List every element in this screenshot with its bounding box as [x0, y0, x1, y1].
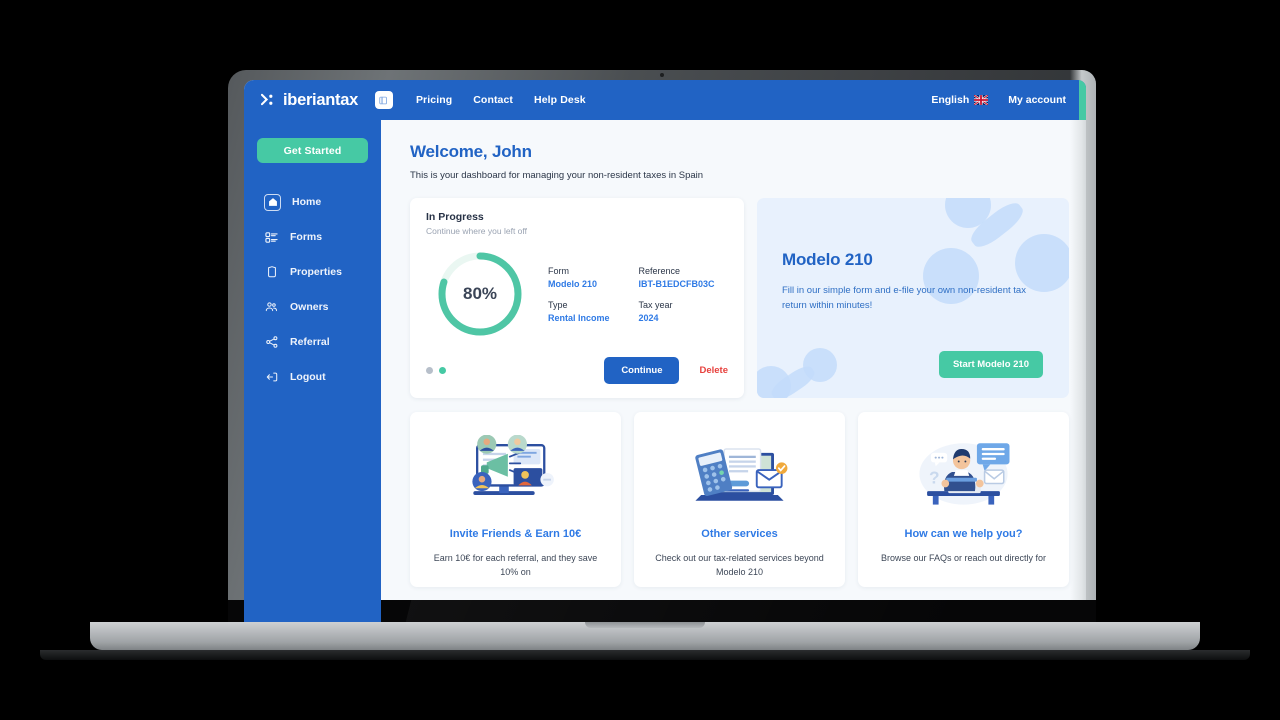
start-modelo-210-button[interactable]: Start Modelo 210 [938, 351, 1043, 378]
sidebar-item-logout[interactable]: Logout [244, 364, 381, 390]
field-type: Type Rental Income [548, 300, 610, 323]
brand-name: iberiantax [283, 90, 358, 109]
sidebar-item-owners[interactable]: Owners [244, 294, 381, 320]
info-card-help[interactable]: ? How can we help you? Browse our FAQs o… [858, 412, 1069, 587]
dashboard-main: Welcome, John This is your dashboard for… [381, 120, 1086, 622]
app-topbar: iberiantax Pricing Contact Help Desk Eng… [244, 80, 1086, 120]
fields-column-right: Reference IBT-B1EDCFB03C Tax year 2024 [639, 266, 715, 323]
field-value-tax-year: 2024 [638, 312, 659, 323]
share-network-icon [264, 335, 279, 350]
info-card-title-help: How can we help you? [904, 528, 1023, 540]
field-label-form: Form [548, 265, 569, 276]
topbar-accent-bar [1079, 80, 1086, 120]
info-card-title-referral: Invite Friends & Earn 10€ [449, 528, 582, 540]
in-progress-footer: Continue Delete [426, 357, 728, 384]
in-progress-subtitle: Continue where you left off [426, 226, 527, 236]
laptop-screen: iberiantax Pricing Contact Help Desk Eng… [244, 80, 1086, 622]
page-subtitle: This is your dashboard for managing your… [410, 170, 704, 181]
owners-people-icon [264, 300, 279, 315]
forms-list-icon [264, 230, 279, 245]
field-value-form: Modelo 210 [548, 278, 598, 289]
topnav-item-contact[interactable]: Contact [473, 94, 513, 106]
support-agent-illustration: ? [872, 430, 1055, 514]
topnav-item-help-desk[interactable]: Help Desk [534, 94, 586, 106]
progress-ring: 80% [434, 248, 526, 340]
field-label-reference: Reference [638, 265, 681, 276]
laptop-mockup-scene: iberiantax Pricing Contact Help Desk Eng… [0, 0, 1280, 720]
top-row: In Progress Continue where you left off … [410, 198, 1069, 398]
sidebar-label-home: Home [292, 196, 322, 208]
get-started-button[interactable]: Get Started [257, 138, 368, 163]
sidebar: Get Started Home Forms Properties Owners… [244, 120, 381, 622]
info-card-referral[interactable]: Invite Friends & Earn 10€ Earn 10€ for e… [410, 412, 621, 587]
field-value-type: Rental Income [548, 312, 610, 323]
field-tax-year: Tax year 2024 [639, 300, 715, 323]
promo-heading: Modelo 210 [782, 250, 873, 269]
info-card-desc-help: Browse our FAQs or reach out directly fo… [880, 553, 1047, 563]
field-form: Form Modelo 210 [548, 266, 610, 289]
iberiantax-logo-icon [260, 93, 276, 107]
field-reference: Reference IBT-B1EDCFB03C [639, 266, 715, 289]
webcam-dot [660, 73, 664, 77]
in-progress-fields: Form Modelo 210 Type Rental Income Refer… [548, 266, 715, 323]
sidebar-label-owners: Owners [290, 301, 329, 313]
language-label: English [931, 94, 970, 106]
in-progress-body: 80% Form Modelo 210 Type Rental Income R… [426, 248, 728, 340]
in-progress-card: In Progress Continue where you left off … [410, 198, 744, 398]
topbar-right-group: English My account [931, 94, 1066, 106]
laptop-base [90, 622, 1200, 650]
promo-body: Fill in our simple form and e-file your … [782, 285, 1026, 311]
my-account-link[interactable]: My account [1008, 94, 1066, 106]
brand-logo[interactable]: iberiantax [260, 90, 358, 110]
progress-percent-label: 80% [462, 284, 498, 303]
info-card-title-other-services: Other services [701, 528, 778, 540]
in-progress-title: In Progress [426, 211, 484, 223]
info-card-other-services[interactable]: Other services Check out our tax-related… [634, 412, 845, 587]
sidebar-label-logout: Logout [290, 371, 326, 383]
sidebar-item-properties[interactable]: Properties [244, 259, 381, 285]
page-title: Welcome, John [410, 142, 532, 161]
sidebar-item-home[interactable]: Home [244, 189, 381, 215]
sidebar-label-forms: Forms [290, 231, 323, 243]
uk-flag-icon [973, 94, 989, 106]
sidebar-item-referral[interactable]: Referral [244, 329, 381, 355]
sidebar-item-forms[interactable]: Forms [244, 224, 381, 250]
top-navigation: Pricing Contact Help Desk [416, 94, 586, 106]
field-label-tax-year: Tax year [638, 299, 673, 310]
field-value-reference: IBT-B1EDCFB03C [638, 278, 715, 289]
sidebar-label-properties: Properties [290, 266, 342, 278]
carousel-dot-2[interactable] [439, 367, 446, 374]
continue-button[interactable]: Continue [604, 357, 680, 384]
modelo-210-promo-card: Modelo 210 Fill in our simple form and e… [757, 198, 1069, 398]
collapse-sidebar-icon[interactable] [374, 91, 393, 109]
fields-column-left: Form Modelo 210 Type Rental Income [548, 266, 610, 323]
laptop-lid: iberiantax Pricing Contact Help Desk Eng… [228, 70, 1096, 622]
home-icon [264, 193, 281, 211]
topnav-item-pricing[interactable]: Pricing [416, 94, 452, 106]
carousel-dots [426, 367, 446, 374]
property-tag-icon [264, 265, 279, 280]
info-cards-row: Invite Friends & Earn 10€ Earn 10€ for e… [410, 412, 1069, 587]
sidebar-label-referral: Referral [290, 336, 330, 348]
field-label-type: Type [548, 299, 568, 310]
referral-megaphone-illustration [424, 430, 607, 514]
svg-text:?: ? [929, 468, 940, 488]
info-card-desc-other-services: Check out our tax-related services beyon… [655, 553, 824, 578]
delete-button[interactable]: Delete [699, 365, 728, 376]
laptop-foot [40, 650, 1250, 660]
carousel-dot-1[interactable] [426, 367, 433, 374]
info-card-desc-referral: Earn 10€ for each referral, and they sav… [433, 553, 598, 578]
logout-icon [264, 370, 279, 385]
calculator-documents-illustration [648, 430, 831, 514]
language-selector[interactable]: English [931, 94, 989, 106]
